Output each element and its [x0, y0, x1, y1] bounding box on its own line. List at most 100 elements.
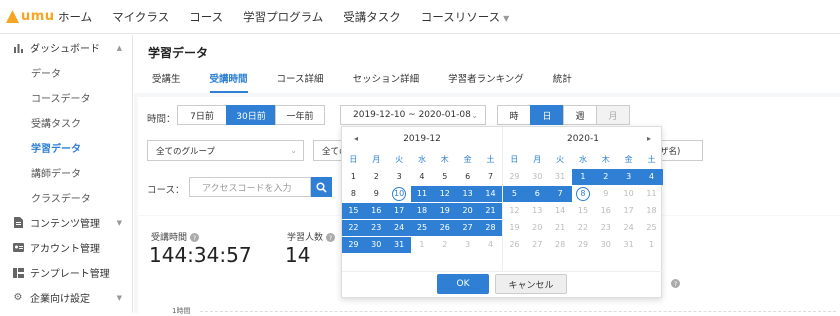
calendar-day[interactable]: 31 [549, 169, 572, 185]
calendar-day[interactable]: 10 [617, 186, 640, 202]
calendar-day[interactable]: 24 [617, 220, 640, 236]
calendar-day[interactable]: 2 [594, 168, 618, 185]
calendar-day[interactable]: 23 [594, 220, 617, 236]
calendar-day[interactable]: 4 [411, 169, 434, 185]
sidebar-item-data[interactable]: データ [0, 60, 132, 85]
calendar-day[interactable]: 7 [479, 169, 502, 185]
calendar-day[interactable]: 22 [572, 220, 595, 236]
calendar-day[interactable]: 28 [549, 237, 572, 253]
tab-learners[interactable]: 受講生 [152, 71, 181, 93]
calendar-day[interactable]: 15 [342, 202, 365, 219]
calendar-day[interactable]: 17 [387, 202, 411, 219]
course-code-input[interactable]: アクセスコードを入力 [189, 177, 311, 197]
cancel-button[interactable]: キャンセル [495, 274, 567, 294]
period-7days[interactable]: 7日前 [177, 105, 227, 125]
sidebar-group-enterprise[interactable]: ⚙ 企業向け設定 ▼ [0, 285, 132, 310]
group-select[interactable]: 全てのグループ ⌄ [147, 140, 304, 161]
date-range-picker[interactable]: 2019-12-10 ~ 2020-01-08 ⌄ [340, 105, 486, 125]
sidebar-item-tasks[interactable]: 受講タスク [0, 110, 132, 135]
calendar-day[interactable]: 5 [433, 169, 456, 185]
nav-tasks[interactable]: 受講タスク [343, 9, 401, 25]
granularity-month[interactable]: 月 [596, 105, 630, 125]
granularity-week[interactable]: 週 [563, 105, 597, 125]
calendar-day[interactable]: 20 [526, 220, 549, 236]
next-month-icon[interactable]: ▸ [647, 134, 651, 143]
tab-learner-ranking[interactable]: 学習者ランキング [448, 71, 524, 93]
tab-learning-time[interactable]: 受講時間 [209, 71, 248, 93]
calendar-day[interactable]: 22 [342, 219, 365, 236]
calendar-day[interactable]: 1 [411, 237, 434, 253]
calendar-day[interactable]: 8 [571, 185, 595, 202]
calendar-day[interactable]: 10 [387, 185, 411, 202]
help-icon[interactable]: ? [190, 233, 200, 242]
calendar-day[interactable]: 6 [456, 169, 479, 185]
sidebar-group-content[interactable]: コンテンツ管理 ▼ [0, 210, 132, 235]
calendar-day[interactable]: 18 [410, 202, 434, 219]
search-button[interactable] [311, 177, 332, 197]
calendar-day[interactable]: 26 [503, 237, 526, 253]
sidebar-item-instructor-data[interactable]: 講師データ [0, 160, 132, 185]
calendar-day[interactable]: 5 [503, 185, 526, 202]
granularity-day[interactable]: 日 [530, 105, 564, 125]
calendar-day[interactable]: 26 [433, 219, 457, 236]
calendar-day[interactable]: 6 [525, 185, 549, 202]
calendar-day[interactable]: 19 [433, 202, 457, 219]
help-icon[interactable]: ? [326, 233, 336, 242]
sidebar-item-learning-data[interactable]: 学習データ [0, 135, 132, 160]
period-1year[interactable]: 一年前 [275, 105, 325, 125]
calendar-day[interactable]: 13 [526, 203, 549, 219]
calendar-day[interactable]: 24 [387, 219, 411, 236]
calendar-day[interactable]: 25 [410, 219, 434, 236]
sidebar-item-course-data[interactable]: コースデータ [0, 85, 132, 110]
calendar-day[interactable]: 29 [342, 236, 365, 253]
calendar-day[interactable]: 17 [617, 203, 640, 219]
calendar-day[interactable]: 7 [548, 185, 572, 202]
prev-month-icon[interactable]: ◂ [354, 134, 358, 143]
calendar-day[interactable]: 9 [365, 186, 388, 202]
calendar-day[interactable]: 16 [364, 202, 388, 219]
calendar-day[interactable]: 20 [456, 202, 480, 219]
calendar-day[interactable]: 3 [456, 237, 479, 253]
calendar-day[interactable]: 1 [342, 169, 365, 185]
tab-statistics[interactable]: 統計 [553, 71, 572, 93]
calendar-day[interactable]: 3 [388, 169, 411, 185]
calendar-day[interactable]: 27 [456, 219, 480, 236]
umu-logo[interactable]: umu [0, 0, 58, 34]
calendar-day[interactable]: 31 [387, 236, 411, 253]
tab-course-details[interactable]: コース詳細 [277, 71, 324, 93]
calendar-day[interactable]: 15 [572, 203, 595, 219]
ok-button[interactable]: OK [437, 274, 489, 294]
calendar-day[interactable]: 30 [364, 236, 388, 253]
calendar-day[interactable]: 3 [617, 168, 641, 185]
period-30days[interactable]: 30日前 [226, 105, 276, 125]
nav-course-resources[interactable]: コースリソース ▼ [421, 9, 510, 25]
nav-learning-program[interactable]: 学習プログラム [243, 9, 323, 25]
calendar-day[interactable]: 4 [640, 168, 663, 185]
granularity-hour[interactable]: 時 [497, 105, 531, 125]
tab-session-details[interactable]: セッション詳細 [353, 71, 420, 93]
sidebar-group-dashboard[interactable]: ダッシュボード ▲ [0, 35, 132, 60]
calendar-day[interactable]: 4 [479, 237, 502, 253]
sidebar-group-account[interactable]: アカウント管理 [0, 235, 132, 260]
calendar-day[interactable]: 18 [640, 203, 663, 219]
calendar-day[interactable]: 9 [594, 186, 617, 202]
calendar-day[interactable]: 12 [433, 185, 457, 202]
calendar-day[interactable]: 27 [526, 237, 549, 253]
calendar-day[interactable]: 16 [594, 203, 617, 219]
calendar-day[interactable]: 11 [410, 185, 434, 202]
calendar-day[interactable]: 13 [456, 185, 480, 202]
calendar-day[interactable]: 14 [479, 185, 502, 202]
calendar-day[interactable]: 12 [503, 203, 526, 219]
help-icon[interactable]: ? [671, 279, 680, 288]
calendar-day[interactable]: 29 [503, 169, 526, 185]
calendar-day[interactable]: 1 [571, 168, 595, 185]
calendar-day[interactable]: 19 [503, 220, 526, 236]
calendar-day[interactable]: 21 [479, 202, 502, 219]
calendar-day[interactable]: 2 [365, 169, 388, 185]
calendar-day[interactable]: 31 [617, 237, 640, 253]
sidebar-item-class-data[interactable]: クラスデータ [0, 185, 132, 210]
calendar-day[interactable]: 25 [640, 220, 663, 236]
calendar-day[interactable]: 23 [364, 219, 388, 236]
calendar-day[interactable]: 2 [433, 237, 456, 253]
calendar-day[interactable]: 29 [572, 237, 595, 253]
